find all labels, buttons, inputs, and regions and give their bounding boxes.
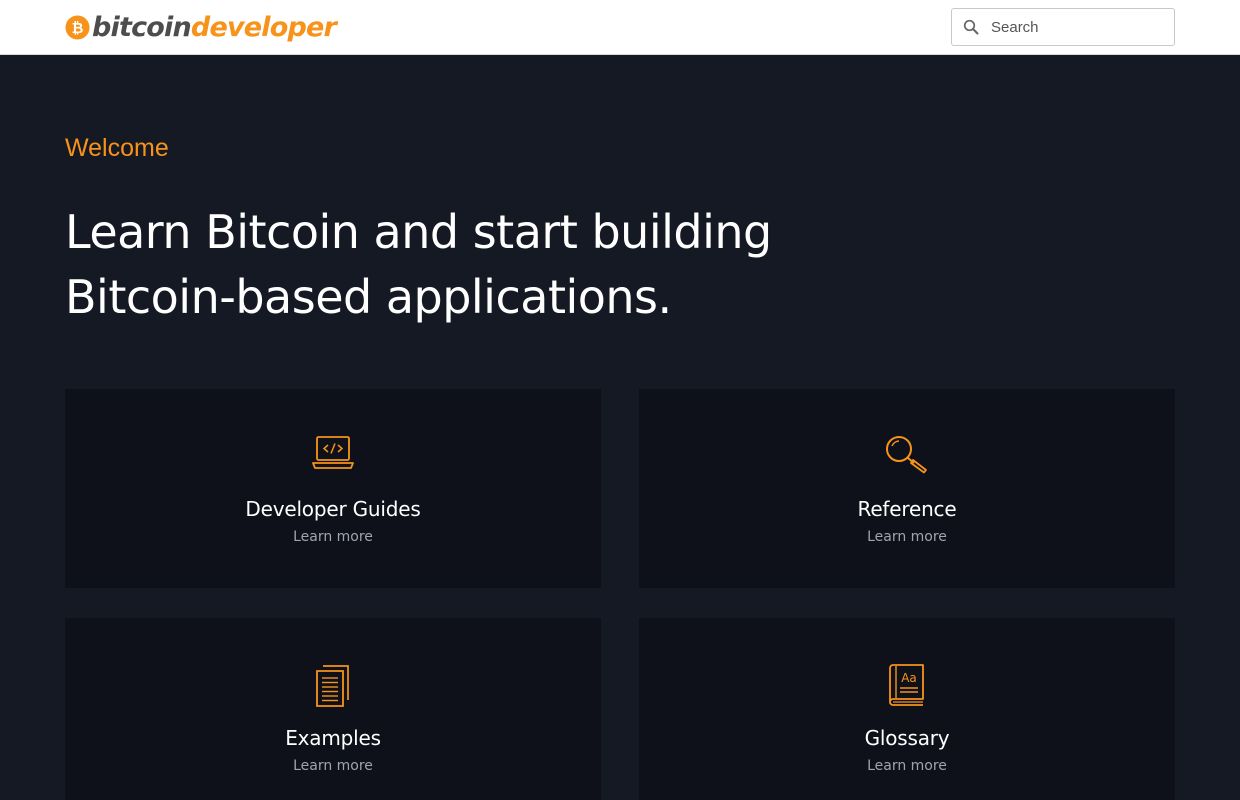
logo-text-developer: developer (190, 11, 337, 43)
svg-text:₿: ₿ (72, 20, 84, 36)
dictionary-book-icon: Aa (889, 664, 924, 706)
magnifier-icon (886, 436, 927, 474)
learn-more-link[interactable]: Learn more (639, 758, 1175, 774)
learn-more-link[interactable]: Learn more (65, 758, 601, 774)
learn-more-link[interactable]: Learn more (65, 529, 601, 545)
card-examples[interactable]: Examples Learn more (65, 618, 601, 800)
search-box[interactable] (951, 8, 1175, 46)
logo-text-bitcoin: bitcoin (92, 11, 192, 43)
welcome-label: Welcome (65, 134, 169, 162)
card-reference[interactable]: Reference Learn more (639, 389, 1175, 588)
laptop-code-icon (312, 436, 354, 469)
card-title: Developer Guides (245, 497, 421, 521)
card-glossary[interactable]: Aa Glossary Learn more (639, 618, 1175, 800)
learn-more-link[interactable]: Learn more (639, 529, 1175, 545)
documents-icon (316, 665, 349, 707)
card-title: Reference (857, 497, 957, 521)
card-title: Glossary (864, 726, 950, 750)
search-input[interactable] (989, 17, 1159, 37)
site-header: ₿ bitcoin developer (0, 0, 1240, 55)
page-headline: Learn Bitcoin and start building Bitcoin… (65, 205, 772, 324)
card-developer-guides[interactable]: Developer Guides Learn more (65, 389, 601, 588)
svg-text:Aa: Aa (901, 671, 917, 685)
bitcoin-coin-icon: ₿ (65, 14, 90, 40)
card-title: Examples (285, 726, 381, 750)
bitcoin-developer-logo[interactable]: ₿ bitcoin developer (65, 9, 337, 45)
search-icon (963, 19, 979, 35)
